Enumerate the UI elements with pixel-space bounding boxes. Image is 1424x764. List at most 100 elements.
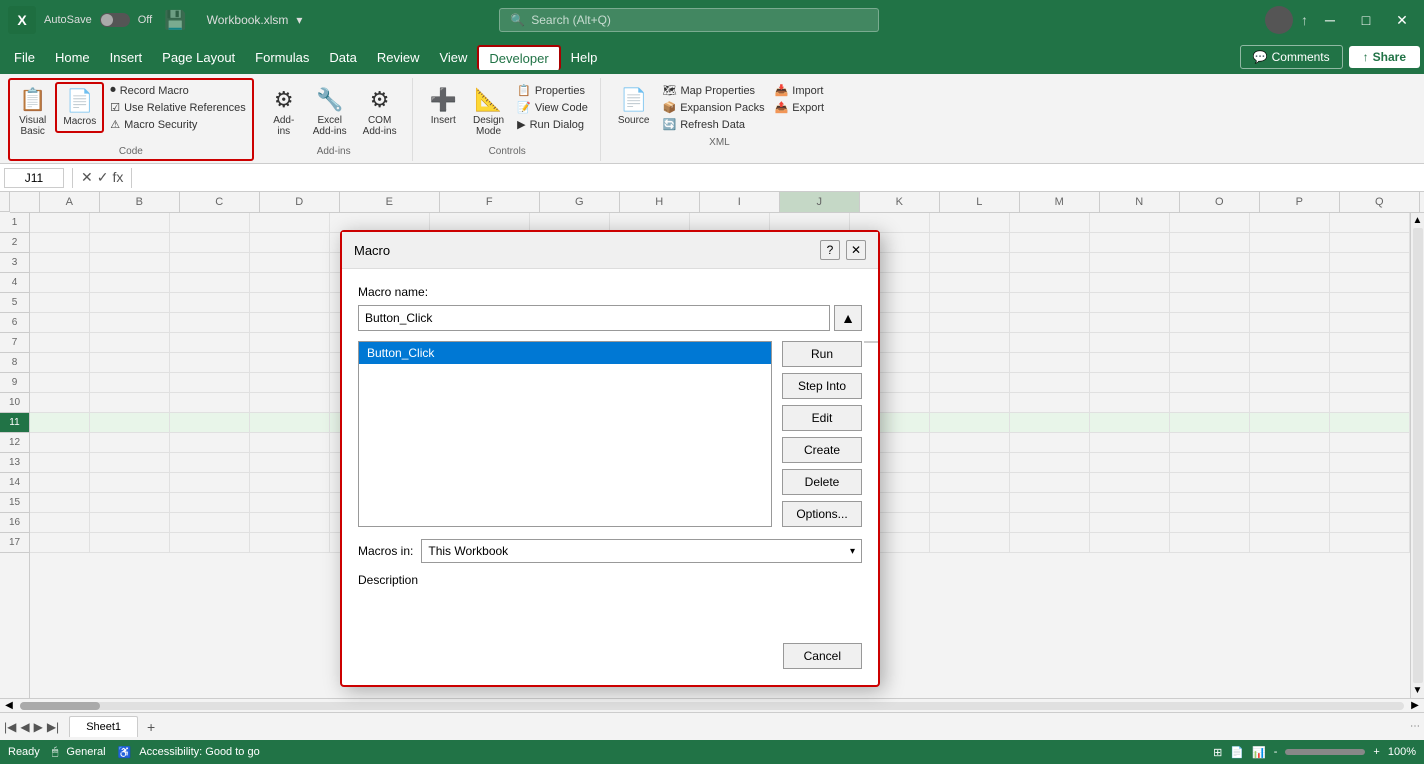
edit-button[interactable]: Edit [782,405,862,431]
cell-Q3[interactable] [1330,253,1410,273]
cell-D6[interactable] [250,313,330,333]
cell-C1[interactable] [170,213,250,233]
cell-D7[interactable] [250,333,330,353]
macros-in-dropdown[interactable]: This Workbook ▾ [421,539,862,563]
cell-Q2[interactable] [1330,233,1410,253]
row-header-2[interactable]: 2 [0,233,29,253]
modal-close-button[interactable]: ✕ [846,240,866,260]
cell-N12[interactable] [1090,433,1170,453]
horizontal-scrollbar[interactable]: ◀ ▶ [0,698,1424,712]
cell-D8[interactable] [250,353,330,373]
cell-M11[interactable] [1010,413,1090,433]
col-header-J[interactable]: J [780,192,860,212]
col-header-D[interactable]: D [260,192,340,212]
cell-P6[interactable] [1250,313,1330,333]
cell-M6[interactable] [1010,313,1090,333]
col-header-G[interactable]: G [540,192,620,212]
cell-A15[interactable] [30,493,90,513]
cell-D10[interactable] [250,393,330,413]
cell-Q1[interactable] [1330,213,1410,233]
step-into-button[interactable]: Step Into [782,373,862,399]
cell-P8[interactable] [1250,353,1330,373]
cell-L7[interactable] [930,333,1010,353]
cell-N16[interactable] [1090,513,1170,533]
cell-L13[interactable] [930,453,1010,473]
menu-view[interactable]: View [429,46,477,69]
cell-P4[interactable] [1250,273,1330,293]
expansion-packs-button[interactable]: 📦 Expansion Packs [659,99,769,116]
cell-B3[interactable] [90,253,170,273]
cell-M17[interactable] [1010,533,1090,553]
cell-C15[interactable] [170,493,250,513]
cell-Q7[interactable] [1330,333,1410,353]
cell-B9[interactable] [90,373,170,393]
cell-N9[interactable] [1090,373,1170,393]
cell-M7[interactable] [1010,333,1090,353]
use-relative-button[interactable]: ☑ Use Relative References [106,99,250,116]
cell-B14[interactable] [90,473,170,493]
view-normal-icon[interactable]: ⊞ [1213,746,1222,759]
cell-C17[interactable] [170,533,250,553]
add-sheet-button[interactable]: + [140,716,162,738]
cell-O8[interactable] [1170,353,1250,373]
cell-P2[interactable] [1250,233,1330,253]
menu-file[interactable]: File [4,46,45,69]
cell-Q13[interactable] [1330,453,1410,473]
row-header-11[interactable]: 11 [0,413,29,433]
options-button[interactable]: Options... [782,501,862,527]
row-header-8[interactable]: 8 [0,353,29,373]
cancel-button[interactable]: Cancel [783,643,862,669]
h-scroll-track[interactable] [20,702,1404,710]
autosave-toggle[interactable] [100,13,130,27]
cell-A7[interactable] [30,333,90,353]
cell-Q16[interactable] [1330,513,1410,533]
col-header-B[interactable]: B [100,192,180,212]
cell-N11[interactable] [1090,413,1170,433]
cell-D12[interactable] [250,433,330,453]
menu-page-layout[interactable]: Page Layout [152,46,245,69]
row-header-14[interactable]: 14 [0,473,29,493]
insert-function-icon[interactable]: fx [112,169,123,186]
cell-B4[interactable] [90,273,170,293]
confirm-formula-icon[interactable]: ✓ [97,169,109,186]
cell-B2[interactable] [90,233,170,253]
menu-insert[interactable]: Insert [100,46,153,69]
cell-O13[interactable] [1170,453,1250,473]
row-header-16[interactable]: 16 [0,513,29,533]
cell-O11[interactable] [1170,413,1250,433]
cell-Q11[interactable] [1330,413,1410,433]
cell-O4[interactable] [1170,273,1250,293]
cell-P7[interactable] [1250,333,1330,353]
cell-A12[interactable] [30,433,90,453]
col-header-E[interactable]: E [340,192,440,212]
cell-L14[interactable] [930,473,1010,493]
cell-M12[interactable] [1010,433,1090,453]
menu-help[interactable]: Help [561,46,608,69]
cell-Q14[interactable] [1330,473,1410,493]
scroll-track[interactable] [1413,228,1423,683]
cell-P17[interactable] [1250,533,1330,553]
cell-M2[interactable] [1010,233,1090,253]
close-button[interactable]: ✕ [1388,6,1416,34]
cell-O3[interactable] [1170,253,1250,273]
cell-B13[interactable] [90,453,170,473]
cell-M3[interactable] [1010,253,1090,273]
cell-C3[interactable] [170,253,250,273]
macro-list[interactable]: Button_Click [358,341,772,527]
cell-O16[interactable] [1170,513,1250,533]
cell-A1[interactable] [30,213,90,233]
col-header-N[interactable]: N [1100,192,1180,212]
cell-O2[interactable] [1170,233,1250,253]
cell-D3[interactable] [250,253,330,273]
cell-C2[interactable] [170,233,250,253]
col-header-L[interactable]: L [940,192,1020,212]
cell-O15[interactable] [1170,493,1250,513]
cell-A10[interactable] [30,393,90,413]
cell-L15[interactable] [930,493,1010,513]
cell-B16[interactable] [90,513,170,533]
row-header-9[interactable]: 9 [0,373,29,393]
cell-A14[interactable] [30,473,90,493]
refresh-data-button[interactable]: 🔄 Refresh Data [659,116,769,133]
scroll-right-button[interactable]: ▶ [1408,699,1422,713]
cell-P3[interactable] [1250,253,1330,273]
